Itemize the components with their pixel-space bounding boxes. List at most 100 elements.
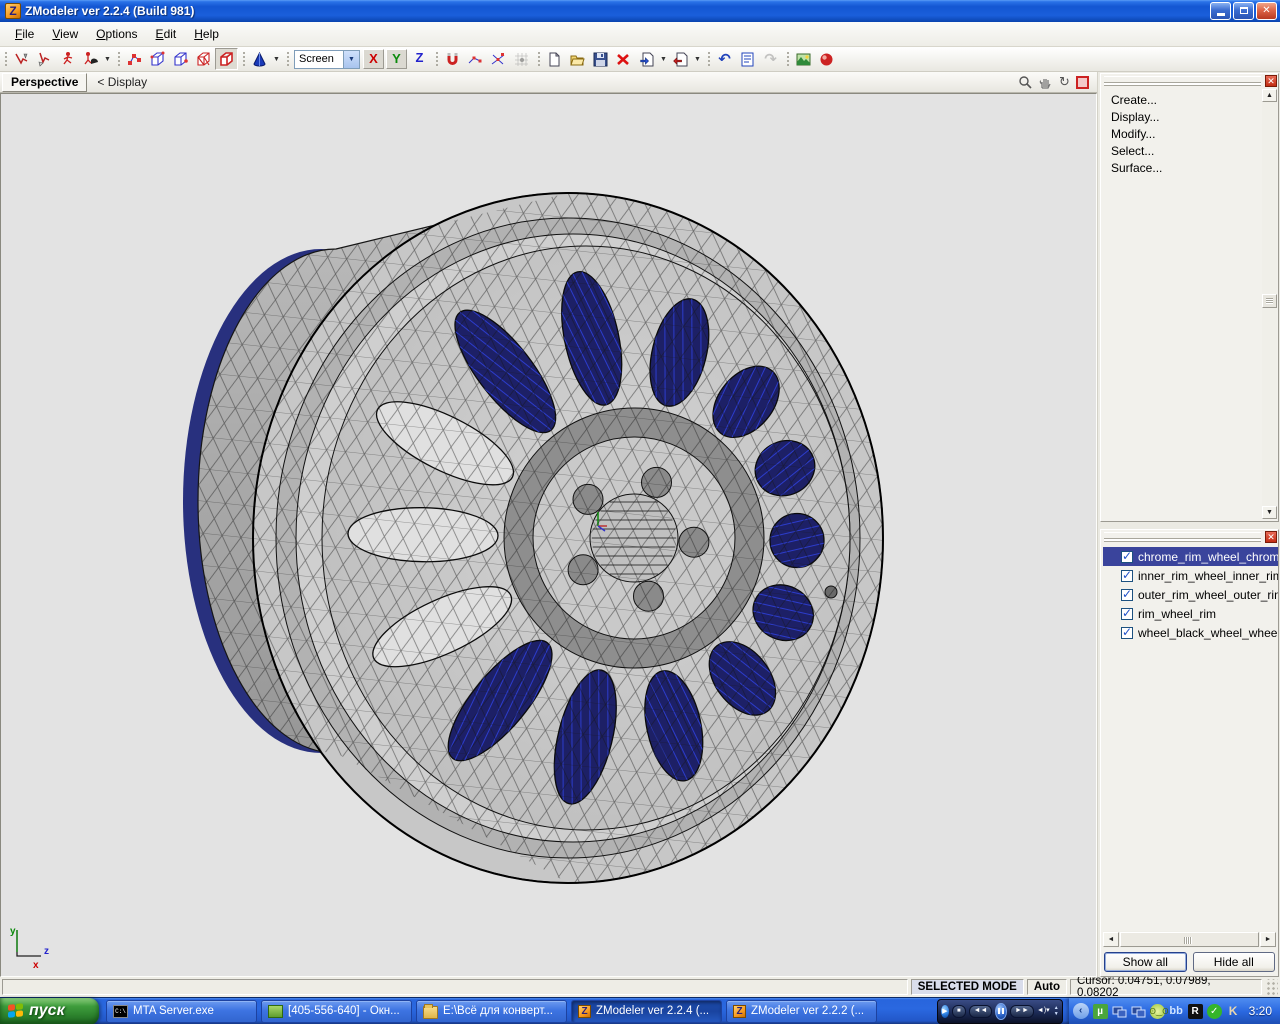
minimize-button[interactable]	[1210, 2, 1231, 20]
command-select[interactable]: Select...	[1103, 143, 1278, 160]
task-mta-server[interactable]: C:\ MTA Server.exe	[106, 1000, 257, 1023]
scroll-right-icon[interactable]: ►	[1260, 932, 1276, 947]
orbit-rotate-icon[interactable]: ↻	[1056, 74, 1073, 90]
import-button[interactable]	[635, 48, 658, 70]
new-file-button[interactable]	[543, 48, 566, 70]
pan-hand-icon[interactable]	[1036, 74, 1053, 90]
wmp-mini-player[interactable]: ▶ ■ ◄◄ ►► ◄)▾ ▲▼	[937, 999, 1063, 1024]
object-row-outer-rim[interactable]: outer_rim_wheel_outer_rim	[1103, 585, 1278, 604]
chevron-down-icon[interactable]: ▼	[343, 51, 359, 68]
menu-edit[interactable]: Edit	[147, 24, 186, 44]
rockstar-icon[interactable]: R	[1188, 1004, 1203, 1019]
network-monitor-icon[interactable]	[1131, 1004, 1146, 1019]
log-button[interactable]	[736, 48, 759, 70]
hide-all-button[interactable]: Hide all	[1193, 952, 1276, 972]
import-dropdown-caret[interactable]: ▼	[658, 48, 669, 70]
animate-button[interactable]	[56, 48, 79, 70]
panel-grip[interactable]	[1104, 532, 1261, 539]
maximize-view-red-square-icon[interactable]	[1076, 76, 1089, 89]
start-button[interactable]: пуск	[0, 998, 99, 1024]
axis-z-button[interactable]: Z	[409, 49, 430, 69]
object-row-inner-rim[interactable]: inner_rim_wheel_inner_rim	[1103, 566, 1278, 585]
viewport-3d[interactable]: y x z	[0, 93, 1097, 977]
wmp-volume-icon[interactable]: ◄)▾	[1037, 1006, 1050, 1016]
object-list-hscrollbar[interactable]: ◄ ►	[1103, 931, 1276, 948]
antivirus-check-icon[interactable]: ✓	[1207, 1004, 1222, 1019]
axis-y-button[interactable]: Y	[386, 49, 407, 69]
wmp-previous-button[interactable]: ◄◄	[969, 1005, 993, 1018]
task-405-556-640[interactable]: [405-556-640] - Окн...	[261, 1000, 412, 1023]
checkbox-checked-icon[interactable]	[1121, 570, 1133, 582]
bb-icon[interactable]: bb	[1169, 1004, 1184, 1019]
cone-dropdown-caret[interactable]: ▼	[271, 48, 282, 70]
polygon-level-button[interactable]	[169, 48, 192, 70]
command-surface[interactable]: Surface...	[1103, 160, 1278, 177]
wmp-pause-button[interactable]	[995, 1003, 1007, 1020]
wmp-next-button[interactable]: ►►	[1010, 1005, 1034, 1018]
command-modify[interactable]: Modify...	[1103, 126, 1278, 143]
close-icon[interactable]: ✕	[1265, 75, 1277, 87]
task-zmodeler-222[interactable]: Z ZModeler ver 2.2.2 (...	[726, 1000, 877, 1023]
task-explorer-folder[interactable]: E:\Всё для конверт...	[416, 1000, 567, 1023]
bones-button[interactable]	[79, 48, 102, 70]
kaspersky-icon[interactable]: K	[1226, 1004, 1241, 1019]
select-vertices-button[interactable]	[10, 48, 33, 70]
command-panel-scrollbar[interactable]: ▲ ▼	[1262, 89, 1277, 519]
screen-combobox[interactable]: Screen ▼	[294, 50, 360, 69]
checkbox-checked-icon[interactable]	[1121, 627, 1133, 639]
menu-options[interactable]: Options	[87, 24, 146, 44]
save-button[interactable]	[589, 48, 612, 70]
panel-grip[interactable]	[1104, 76, 1261, 83]
scroll-down-icon[interactable]: ▼	[1262, 506, 1277, 519]
collapse-chevron-icon[interactable]: ‹	[1073, 1003, 1089, 1019]
wmp-stop-button[interactable]: ■	[952, 1005, 966, 1018]
texture-browser-button[interactable]	[792, 48, 815, 70]
close-icon[interactable]: ✕	[1265, 531, 1277, 543]
object-level-button[interactable]	[215, 48, 238, 70]
command-display[interactable]: Display...	[1103, 109, 1278, 126]
show-all-button[interactable]: Show all	[1104, 952, 1187, 972]
export-button[interactable]	[669, 48, 692, 70]
magnet-snap-button[interactable]	[441, 48, 464, 70]
flower-smiley-icon[interactable]: ʘ‿ʘ	[1150, 1004, 1165, 1019]
undo-button[interactable]: ↶	[713, 48, 736, 70]
scrollbar-thumb[interactable]	[1120, 932, 1259, 947]
menu-file[interactable]: File	[6, 24, 43, 44]
viewport-breadcrumb[interactable]: < Display	[97, 75, 147, 89]
wmp-restore-icon[interactable]: ▲▼	[1054, 1006, 1059, 1017]
close-button[interactable]: ✕	[1256, 2, 1277, 20]
checkbox-checked-icon[interactable]	[1121, 551, 1133, 563]
export-dropdown-caret[interactable]: ▼	[692, 48, 703, 70]
object-row-chrome-rim[interactable]: chrome_rim_wheel_chrome_ri	[1103, 547, 1278, 566]
snap-vertex-button[interactable]	[464, 48, 487, 70]
object-panel-header[interactable]: ✕	[1101, 530, 1278, 544]
redo-button[interactable]: ↷	[759, 48, 782, 70]
object-row-rim[interactable]: rim_wheel_rim	[1103, 604, 1278, 623]
scroll-left-icon[interactable]: ◄	[1103, 932, 1119, 947]
scroll-up-icon[interactable]: ▲	[1262, 89, 1277, 102]
open-folder-button[interactable]	[566, 48, 589, 70]
object-row-wheel-black[interactable]: wheel_black_wheel_wheel_bl...	[1103, 623, 1278, 642]
material-editor-button[interactable]	[815, 48, 838, 70]
snap-grid-button[interactable]	[510, 48, 533, 70]
select-faces-button[interactable]	[33, 48, 56, 70]
command-create[interactable]: Create...	[1103, 92, 1278, 109]
restore-button[interactable]	[1233, 2, 1254, 20]
scrollbar-thumb[interactable]	[1262, 294, 1277, 308]
axis-x-button[interactable]: X	[363, 49, 384, 69]
delete-button[interactable]	[612, 48, 635, 70]
auto-indicator[interactable]: Auto	[1027, 979, 1067, 995]
resize-grip[interactable]	[1265, 979, 1278, 995]
task-zmodeler-224[interactable]: Z ZModeler ver 2.2.4 (...	[571, 1000, 722, 1023]
command-panel-header[interactable]: ✕	[1101, 74, 1278, 88]
snap-intersection-button[interactable]	[487, 48, 510, 70]
edge-level-button[interactable]	[146, 48, 169, 70]
cone-primitive-button[interactable]	[248, 48, 271, 70]
bones-dropdown-caret[interactable]: ▼	[102, 48, 113, 70]
zoom-magnifier-icon[interactable]	[1016, 74, 1033, 90]
viewport-tab-perspective[interactable]: Perspective	[2, 73, 87, 92]
utorrent-icon[interactable]: µ	[1093, 1004, 1108, 1019]
network-monitor-icon[interactable]	[1112, 1004, 1127, 1019]
checkbox-checked-icon[interactable]	[1121, 608, 1133, 620]
menu-view[interactable]: View	[43, 24, 87, 44]
